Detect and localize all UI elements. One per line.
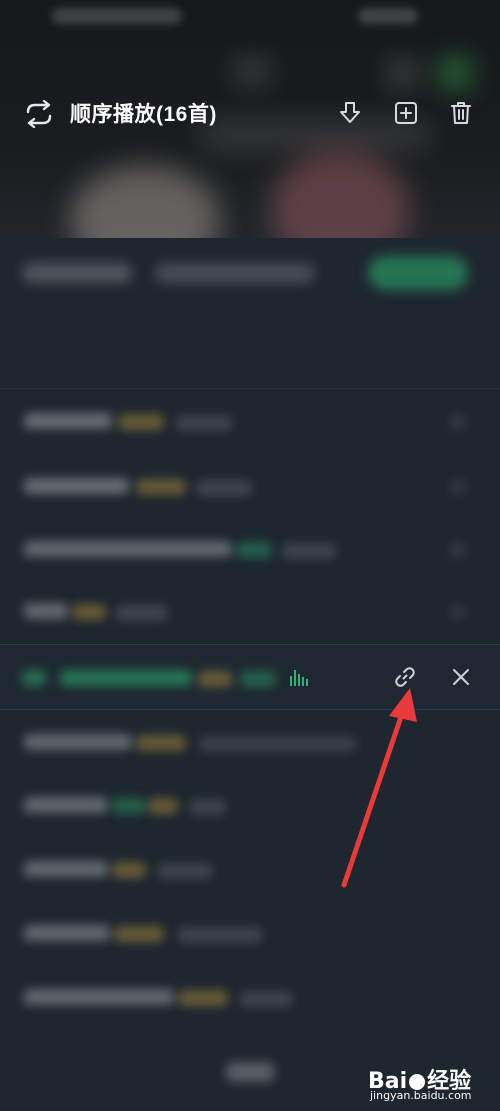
download-all-icon[interactable]	[337, 100, 363, 126]
list-item[interactable]	[0, 966, 500, 1028]
list-item[interactable]	[0, 390, 500, 452]
divider	[0, 388, 500, 389]
cover-blur-left	[70, 165, 220, 245]
sheet-header-blur	[0, 238, 500, 308]
link-icon[interactable]	[393, 665, 417, 689]
status-bar-icons	[358, 8, 418, 24]
list-item[interactable]	[0, 902, 500, 964]
current-song-row[interactable]	[0, 644, 500, 710]
list-item[interactable]	[0, 518, 500, 580]
add-to-playlist-icon[interactable]	[393, 100, 419, 126]
list-item[interactable]	[0, 838, 500, 900]
close-sheet-button-blur[interactable]	[226, 1062, 274, 1082]
cover-blur-right	[270, 150, 410, 245]
header-tab-blur	[155, 263, 315, 283]
play-mode-label[interactable]: 顺序播放(16首)	[70, 98, 217, 128]
baidu-jingyan-watermark: Bai 经验 jingyan.baidu.com	[364, 1063, 494, 1107]
close-icon[interactable]	[450, 666, 472, 688]
header-tab-blur	[22, 263, 132, 283]
status-bar-time	[52, 8, 182, 24]
header-green-button-blur[interactable]	[368, 256, 468, 290]
list-item[interactable]	[0, 580, 500, 642]
list-item[interactable]	[0, 455, 500, 517]
player-green-icon-blur	[440, 58, 470, 88]
list-item[interactable]	[0, 774, 500, 836]
list-item[interactable]	[0, 710, 500, 772]
paw-icon	[409, 1074, 426, 1090]
playing-equalizer-icon	[290, 670, 308, 686]
watermark-url: jingyan.baidu.com	[370, 1089, 472, 1102]
clear-list-icon[interactable]	[448, 100, 474, 126]
loop-icon[interactable]	[22, 100, 56, 128]
player-share-icon-blur	[390, 60, 416, 86]
player-title-blur	[232, 62, 272, 80]
screen: 顺序播放(16首) Bai 经验 jingyan.baidu.com	[0, 0, 500, 1111]
